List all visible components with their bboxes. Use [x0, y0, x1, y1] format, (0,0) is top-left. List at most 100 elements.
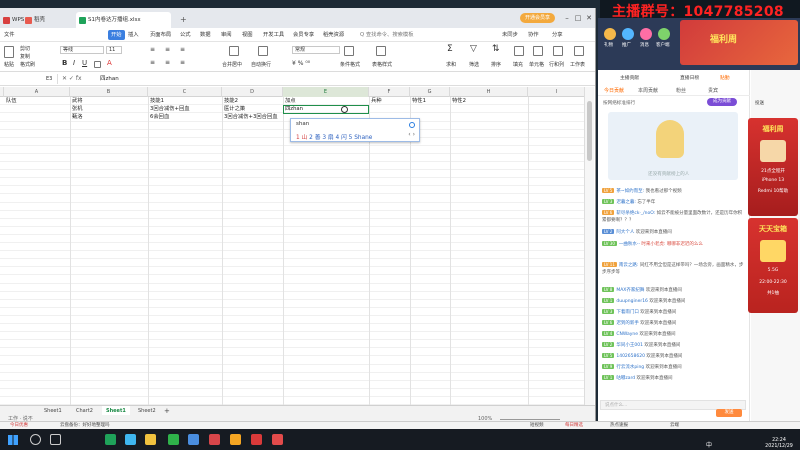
search-icon[interactable] — [30, 434, 41, 445]
gift-icon[interactable] — [604, 28, 616, 40]
italic-icon[interactable]: I — [73, 59, 75, 67]
new-tab-button[interactable]: + — [180, 12, 190, 28]
chat-user[interactable]: 茶~如约而至: — [616, 189, 644, 194]
worksheet-button[interactable]: 工作表 — [570, 61, 585, 68]
menu-developer[interactable]: 开发工具 — [263, 30, 284, 40]
underline-icon[interactable]: U — [82, 59, 87, 67]
filter-icon[interactable]: ▽ — [470, 44, 477, 54]
align-left-icon[interactable]: ≡ — [150, 59, 155, 66]
message-icon[interactable] — [640, 28, 652, 40]
cell[interactable]: 张机 — [72, 105, 83, 113]
task-view-icon[interactable] — [50, 434, 61, 445]
cell[interactable]: 特性1 — [412, 97, 426, 105]
cell-button[interactable]: 单元格 — [529, 61, 544, 68]
format-painter-button[interactable]: 格式刷 — [20, 61, 35, 68]
wrap-icon[interactable] — [258, 46, 268, 56]
column-header[interactable]: I — [528, 87, 586, 97]
cell[interactable]: 武将 — [72, 97, 83, 105]
percent-icon[interactable]: ¥ % ⁰⁰ — [292, 60, 310, 67]
cell[interactable]: 加点 — [285, 97, 296, 105]
promote-icon[interactable] — [622, 28, 634, 40]
vip-badge[interactable]: 开通会员享 — [520, 13, 555, 23]
conditional-format-button[interactable]: 条件格式 — [340, 61, 360, 68]
share-button[interactable]: 分享 — [552, 30, 563, 40]
column-header[interactable]: A — [4, 87, 70, 97]
app-icon-game[interactable] — [272, 434, 283, 445]
menu-review[interactable]: 审阅 — [221, 30, 232, 40]
search-command[interactable]: Q 查找命令、搜索模板 — [360, 30, 414, 40]
app-icon-stream[interactable] — [209, 434, 220, 445]
menu-page-layout[interactable]: 页面布局 — [150, 30, 171, 40]
menu-data[interactable]: 数据 — [200, 30, 211, 40]
vertical-scrollbar[interactable] — [584, 87, 594, 405]
chat-user[interactable]: 南云之路: — [619, 263, 639, 268]
row-col-icon[interactable] — [553, 46, 563, 56]
rows-area[interactable]: 队伍 武将 技能1 技能2 加点 兵种 特性1 特性2 张机 3回合减伤+回血 … — [0, 97, 586, 405]
chat-user[interactable]: 迟到的新手 — [616, 321, 639, 326]
name-box[interactable]: E3 — [2, 74, 58, 84]
column-header[interactable]: B — [70, 87, 148, 97]
client-icon[interactable] — [658, 28, 670, 40]
app-icon-huya[interactable] — [230, 434, 241, 445]
font-name-select[interactable]: 等线 — [60, 46, 104, 54]
filter-button[interactable]: 筛选 — [469, 61, 479, 68]
cell[interactable]: 技能1 — [150, 97, 164, 105]
cell[interactable]: 特性2 — [452, 97, 466, 105]
chat-user[interactable]: 斩尽杀绝ck·_/noO: — [616, 211, 655, 216]
wrap-button[interactable]: 自动换行 — [251, 61, 271, 68]
column-header[interactable]: H — [450, 87, 528, 97]
chat-user[interactable]: 一曲秋水-· — [619, 242, 640, 247]
promo-banner-welfare[interactable]: 福利周 21点全程开 iPhone 13 Redmi 10帮助 — [748, 118, 798, 216]
close-icon[interactable]: ✕ — [584, 13, 594, 23]
fill-icon[interactable] — [514, 46, 524, 56]
minimize-icon[interactable]: – — [562, 13, 572, 23]
tab-templates[interactable]: 稻壳 — [22, 12, 72, 28]
sum-button[interactable]: 求和 — [446, 61, 456, 68]
ime-candidate-rest[interactable]: 2 善 3 扇 4 闪 5 Shane — [307, 135, 372, 141]
app-icon-wechat[interactable] — [168, 434, 179, 445]
menu-home[interactable]: 开始 — [108, 30, 125, 40]
app-icon-wps[interactable] — [105, 434, 116, 445]
ime-page-arrows[interactable]: ‹ › — [408, 131, 415, 138]
chat-list[interactable]: LV 5 茶~如约而至: 我也看过那个视频 LV 3 迟暮之暮: 忘了半年 LV 6… — [602, 188, 746, 406]
number-format-select[interactable]: 常规 — [292, 46, 340, 54]
align-middle-icon[interactable]: ≡ — [165, 46, 170, 53]
align-center-icon[interactable]: ≡ — [165, 59, 170, 66]
windows-start-icon[interactable] — [8, 435, 18, 445]
chat-user[interactable]: 行云流水ping — [616, 365, 644, 370]
tab-week[interactable]: 本周贡献 — [638, 87, 658, 94]
become-contributor-button[interactable]: 成为贡献 — [707, 98, 737, 106]
copy-button[interactable]: 复制 — [20, 53, 30, 60]
side-item[interactable]: 投送 — [755, 100, 764, 106]
formula-icons[interactable]: ✕ ✓ fx — [62, 74, 82, 84]
worksheet-icon[interactable] — [574, 46, 584, 56]
cell-icon[interactable] — [533, 46, 543, 56]
maximize-icon[interactable]: □ — [573, 13, 583, 23]
chat-user[interactable]: 咕嘟zard — [616, 376, 635, 381]
cell[interactable]: 兵种 — [371, 97, 382, 105]
column-header[interactable]: D — [222, 87, 283, 97]
promo-banner-treasure[interactable]: 天天宝箱 5.5G 22:00-22:30 共1抽 — [748, 218, 798, 313]
align-bottom-icon[interactable]: ≡ — [180, 46, 185, 53]
anchor-contrib-label[interactable]: 主播贡献 — [620, 74, 639, 81]
sort-button[interactable]: 排序 — [491, 61, 501, 68]
sort-icon[interactable]: ⇅ — [492, 44, 500, 54]
column-header[interactable]: F — [369, 87, 410, 97]
cell[interactable]: 医计之策 — [224, 105, 245, 113]
chat-user[interactable]: 阿大个人 — [616, 230, 634, 235]
chat-user[interactable]: CNWayne — [616, 332, 638, 337]
daily-rank-label[interactable]: 直播日榜 — [680, 74, 699, 81]
cell[interactable]: 队伍 — [6, 97, 17, 105]
fill-button[interactable]: 填充 — [513, 61, 523, 68]
cell[interactable]: 技能2 — [224, 97, 238, 105]
border-icon[interactable] — [94, 61, 101, 68]
cell[interactable]: 6会回血 — [150, 113, 169, 121]
tab-vip[interactable]: 贵宾 — [708, 87, 718, 94]
menu-insert[interactable]: 插入 — [128, 30, 139, 40]
ime-settings-icon[interactable] — [409, 122, 415, 128]
table-style-icon[interactable] — [376, 46, 386, 56]
ime-candidate-selected[interactable]: 1 山 — [296, 135, 307, 141]
system-clock[interactable]: 22:24 2021/12/29 — [760, 438, 798, 450]
app-icon-folder[interactable] — [145, 434, 156, 445]
font-color-icon[interactable]: A — [107, 59, 112, 67]
